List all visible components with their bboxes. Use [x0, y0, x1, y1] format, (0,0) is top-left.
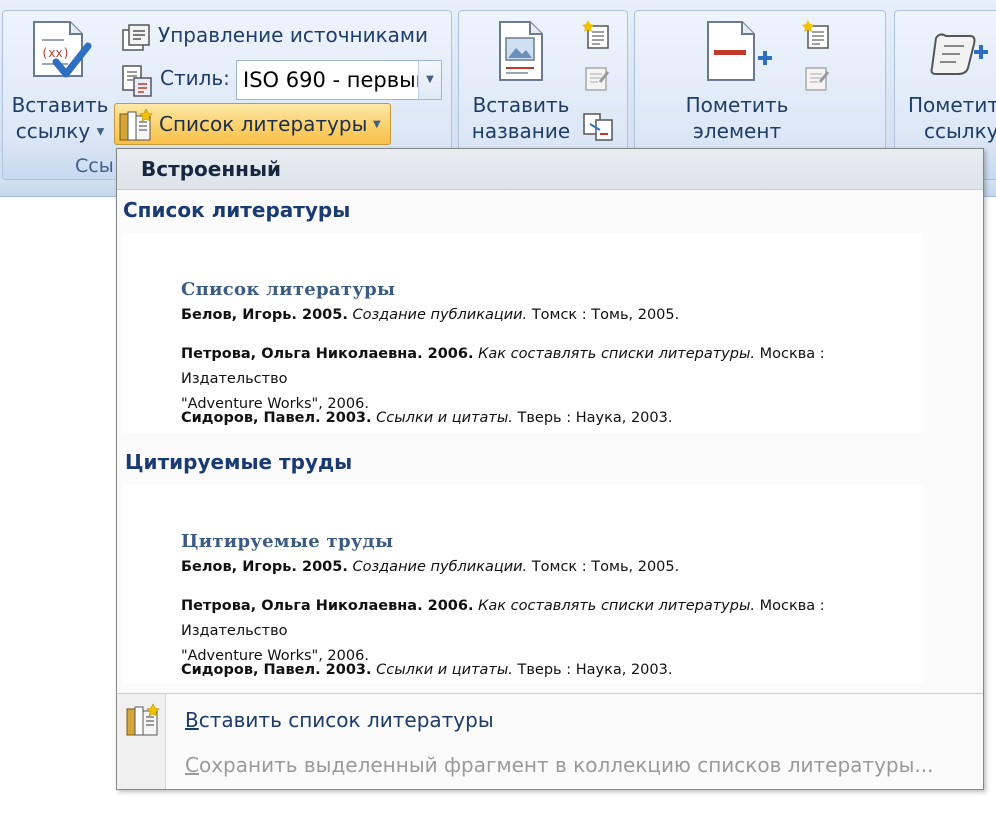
- preview-entry: Белов, Игорь. 2005. Создание публикации.…: [181, 555, 921, 580]
- entry-author: Сидоров, Павел. 2003.: [181, 410, 372, 426]
- bibliography-icon: [119, 108, 153, 141]
- manage-sources-label: Управление источниками: [158, 23, 429, 47]
- insert-citation-button[interactable]: (xx) Вставить ссылку ▼: [8, 14, 112, 148]
- mark-citation-button[interactable]: Пометить ссылку: [900, 14, 996, 148]
- insert-caption-button[interactable]: Вставить название: [462, 14, 580, 148]
- svg-text:(xx): (xx): [41, 46, 70, 60]
- entry-title: Как составлять списки литературы.: [478, 346, 756, 362]
- bibliography-dropdown: Встроенный Список литературы Список лите…: [116, 148, 984, 790]
- entry-publisher: Томск : Томь, 2005.: [531, 307, 680, 323]
- gallery-item-title: Список литературы: [123, 198, 351, 222]
- style-select-value: ISO 690 - первый: [243, 68, 430, 92]
- insert-caption-label: Вставить название: [462, 92, 580, 144]
- mark-entry-icon: [707, 21, 772, 81]
- chevron-down-icon: ▼: [373, 119, 381, 130]
- update-table-icon[interactable]: [582, 64, 612, 94]
- entry-author: Белов, Игорь. 2005.: [181, 307, 348, 323]
- insert-bibliography-menu-item[interactable]: Вставить список литературы: [185, 708, 494, 732]
- chevron-down-icon: ▼: [96, 126, 105, 138]
- insert-table-of-figures-icon[interactable]: [582, 20, 612, 50]
- entry-title: Как составлять списки литературы.: [478, 598, 756, 614]
- insert-caption-line2: название: [471, 119, 571, 143]
- insert-caption-icon: [499, 21, 543, 81]
- chevron-down-icon[interactable]: ▼: [418, 61, 441, 99]
- update-index-icon[interactable]: [802, 64, 832, 94]
- entry-title: Создание публикации.: [352, 559, 528, 575]
- preview-title: Список литературы: [181, 279, 396, 300]
- insert-citation-label: Вставить ссылку ▼: [8, 92, 112, 146]
- insert-index-icon[interactable]: [802, 20, 832, 50]
- entry-author: Петрова, Ольга Николаевна. 2006.: [181, 346, 474, 362]
- bibliography-gallery-item[interactable]: Список литературы Белов, Игорь. 2005. Со…: [123, 233, 923, 433]
- mark-citation-icon: [930, 33, 988, 75]
- entry-title: Ссылки и цитаты.: [376, 662, 513, 678]
- mark-citation-label: Пометить ссылку: [908, 92, 996, 144]
- menu-separator: [117, 693, 983, 694]
- dropdown-header-label: Встроенный: [141, 157, 282, 181]
- works-cited-gallery-item[interactable]: Цитируемые труды Белов, Игорь. 2005. Соз…: [123, 485, 923, 683]
- bibliography-button[interactable]: Список литературы ▼: [114, 103, 391, 145]
- mark-entry-label: Пометить элемент: [676, 92, 798, 144]
- mark-entry-button[interactable]: Пометить элемент: [676, 14, 798, 148]
- preview-entry: Сидоров, Павел. 2003. Ссылки и цитаты. Т…: [181, 658, 921, 683]
- entry-title: Создание публикации.: [352, 307, 528, 323]
- manage-sources-icon: [122, 24, 150, 51]
- mark-citation-line1: Пометить: [908, 93, 996, 117]
- style-label: Стиль:: [160, 66, 230, 90]
- gallery-item-title: Цитируемые труды: [125, 450, 353, 474]
- insert-bibliography-icon: [126, 703, 160, 736]
- style-icon: [122, 65, 152, 97]
- save-selection-menu-item[interactable]: Сохранить выделенный фрагмент в коллекци…: [185, 753, 933, 777]
- preview-entry: Белов, Игорь. 2005. Создание публикации.…: [181, 303, 921, 328]
- insert-citation-icon: (xx): [33, 21, 92, 78]
- dropdown-header: Встроенный: [117, 149, 983, 190]
- entry-publisher: Томск : Томь, 2005.: [531, 559, 680, 575]
- menu-item-mnemonic: С: [185, 753, 199, 777]
- entry-author: Сидоров, Павел. 2003.: [181, 662, 372, 678]
- bibliography-label: Список литературы: [159, 112, 368, 136]
- cross-reference-icon[interactable]: [582, 112, 614, 142]
- menu-item-mnemonic: В: [185, 708, 199, 732]
- preview-entry: Сидоров, Павел. 2003. Ссылки и цитаты. Т…: [181, 406, 921, 431]
- mark-citation-line2: ссылку: [924, 119, 996, 143]
- style-select[interactable]: ISO 690 - первый ▼: [236, 60, 442, 100]
- insert-citation-line2: ссылку: [15, 119, 91, 143]
- entry-author: Петрова, Ольга Николаевна. 2006.: [181, 598, 474, 614]
- mark-entry-line1: Пометить: [685, 93, 789, 117]
- mark-entry-line2: элемент: [692, 119, 782, 143]
- entry-publisher: Тверь : Наука, 2003.: [517, 662, 673, 678]
- entry-author: Белов, Игорь. 2005.: [181, 559, 348, 575]
- entry-publisher: Тверь : Наука, 2003.: [517, 410, 673, 426]
- menu-item-label: охранить выделенный фрагмент в коллекцию…: [198, 753, 934, 777]
- entry-title: Ссылки и цитаты.: [376, 410, 513, 426]
- insert-caption-line1: Вставить: [472, 93, 570, 117]
- menu-item-label: ставить список литературы: [198, 708, 494, 732]
- insert-citation-line2-wrap: ссылку ▼: [8, 118, 112, 146]
- insert-citation-line1: Вставить: [11, 93, 109, 117]
- preview-title: Цитируемые труды: [181, 531, 394, 552]
- manage-sources-button[interactable]: Управление источниками: [118, 20, 448, 54]
